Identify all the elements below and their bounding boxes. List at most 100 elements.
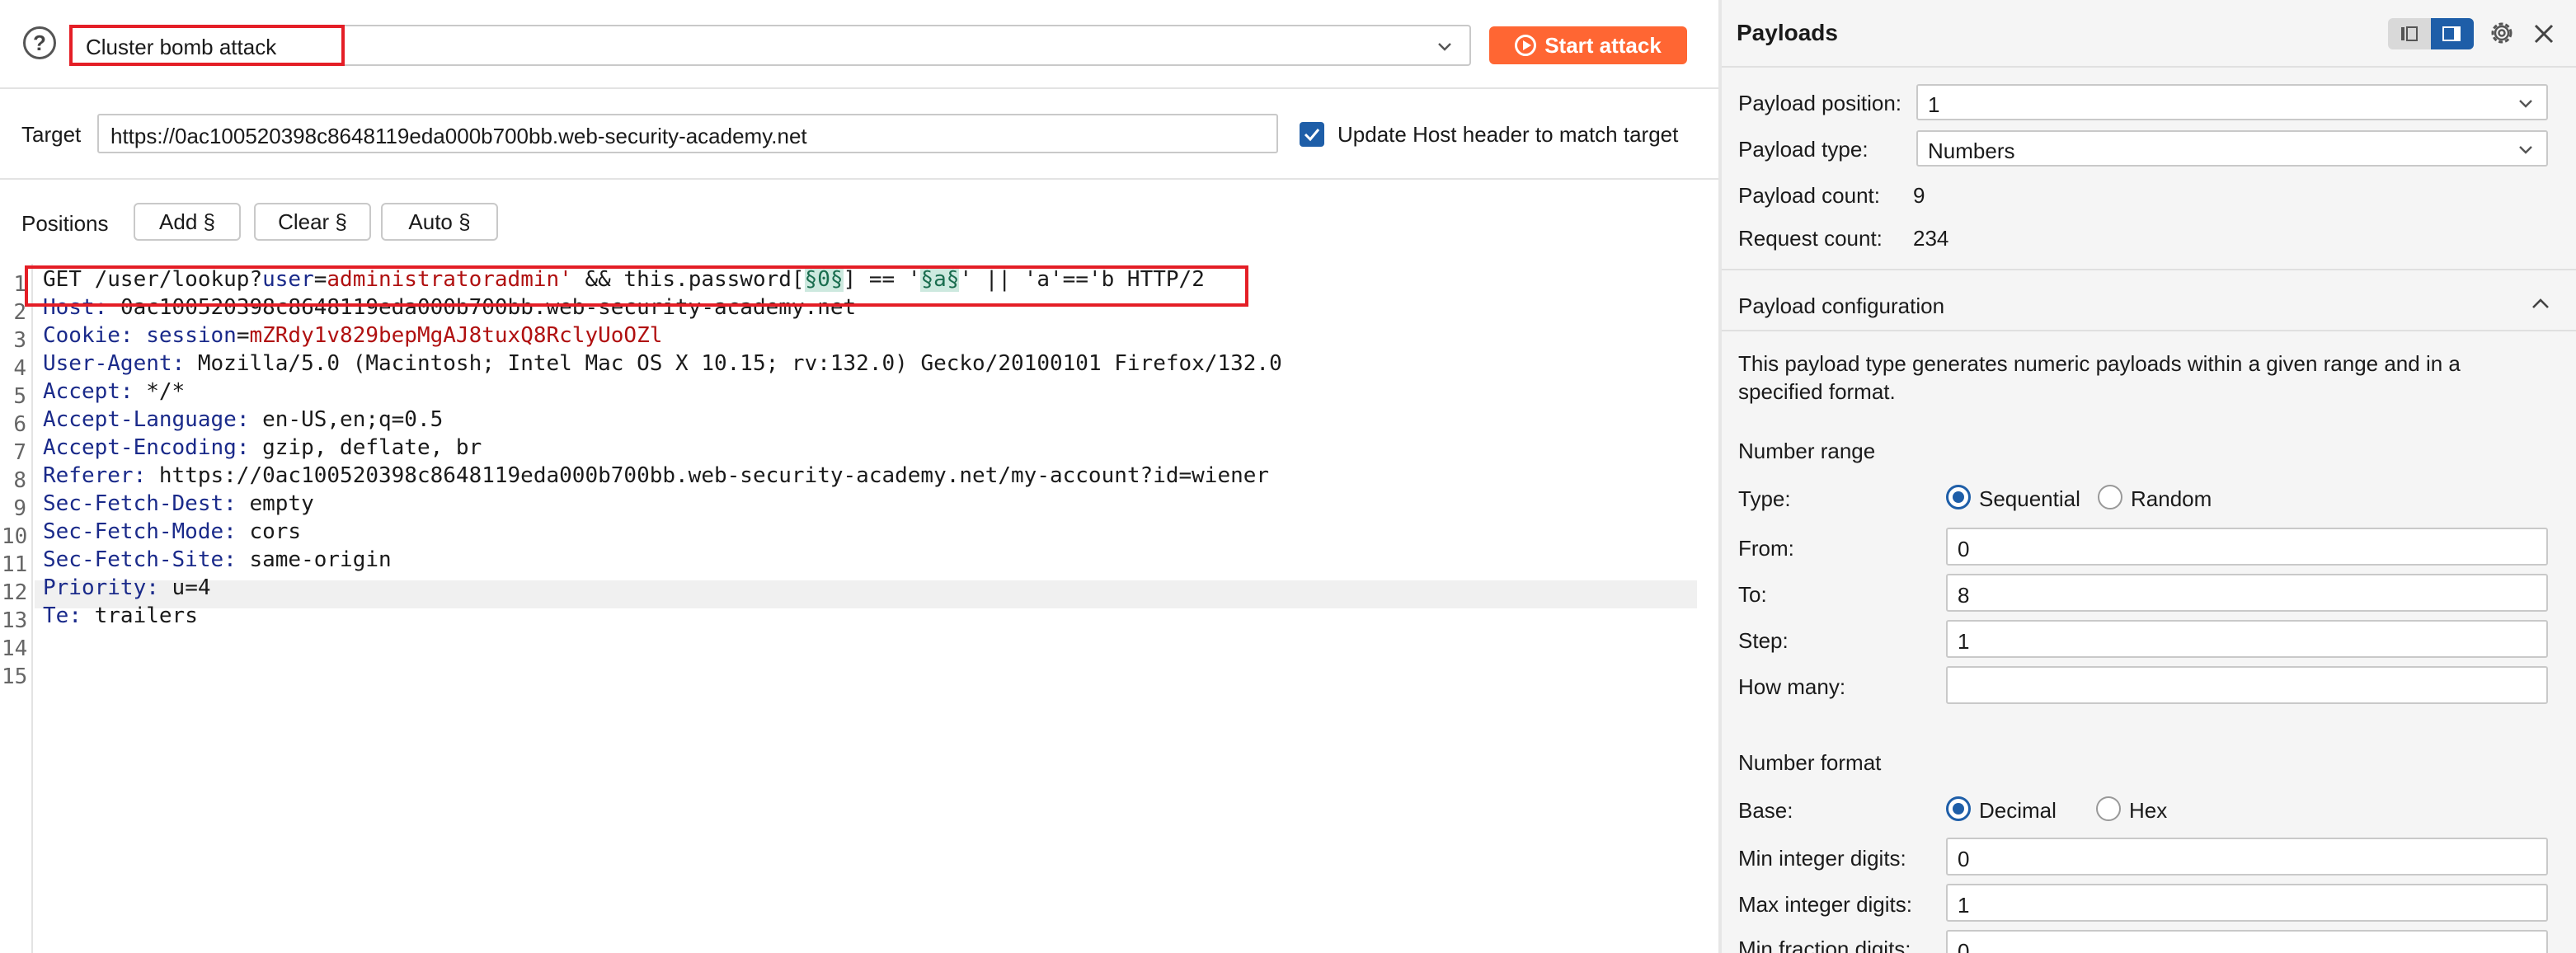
random-radio[interactable] xyxy=(2098,485,2122,509)
divider xyxy=(1722,269,2576,270)
step-value: 1 xyxy=(1958,629,1970,654)
gear-icon[interactable] xyxy=(2487,18,2517,48)
request-editor[interactable]: 1 2 3 4 5 6 7 8 9 10 11 12 13 14 15 GET … xyxy=(0,264,1718,953)
header-value: trailers xyxy=(94,603,198,628)
header-name: User-Agent xyxy=(43,351,172,376)
clear-markers-button[interactable]: Clear § xyxy=(254,203,371,241)
line-number: 7 xyxy=(13,440,26,465)
hex-label: Hex xyxy=(2129,798,2168,823)
from-value: 0 xyxy=(1958,537,1970,561)
clear-markers-label: Clear § xyxy=(278,209,347,234)
line-number: 1 xyxy=(13,272,26,297)
cookie-name: session xyxy=(146,323,237,348)
help-icon[interactable]: ? xyxy=(23,26,56,59)
request-count-value: 234 xyxy=(1913,226,1949,251)
close-icon[interactable] xyxy=(2530,20,2558,48)
payload-type-select[interactable]: Numbers xyxy=(1916,130,2548,167)
decimal-label: Decimal xyxy=(1979,798,2057,823)
max-integer-digits-value: 1 xyxy=(1958,893,1970,918)
payloads-panel: Payloads Payload position: 1 Payload typ… xyxy=(1722,0,2576,953)
header-line: Accept-Language: en-US,en;q=0.5 xyxy=(43,407,444,432)
min-integer-digits-label: Min integer digits: xyxy=(1738,846,1906,871)
positions-label: Positions xyxy=(21,211,109,236)
header-value: cors xyxy=(249,519,302,544)
header-name: Cookie xyxy=(43,323,120,348)
line-number: 5 xyxy=(13,384,26,409)
decimal-radio[interactable] xyxy=(1946,796,1971,821)
min-integer-digits-value: 0 xyxy=(1958,847,1970,871)
to-input[interactable]: 8 xyxy=(1946,574,2548,612)
auto-markers-label: Auto § xyxy=(408,209,471,234)
target-url-input[interactable]: https://0ac100520398c8648119eda000b700bb… xyxy=(97,114,1278,153)
from-label: From: xyxy=(1738,536,1794,561)
min-fraction-digits-input[interactable]: 0 xyxy=(1946,930,2548,953)
line-number: 9 xyxy=(13,496,26,521)
line-number: 11 xyxy=(2,552,28,577)
line-number: 14 xyxy=(2,636,28,661)
start-attack-button[interactable]: Start attack xyxy=(1489,26,1687,64)
header-name: Te xyxy=(43,603,69,628)
header-value: en-US,en;q=0.5 xyxy=(262,407,444,432)
min-integer-digits-input[interactable]: 0 xyxy=(1946,838,2548,876)
layout-list-icon[interactable] xyxy=(2388,18,2429,49)
header-line: Te: trailers xyxy=(43,603,198,628)
layout-split-icon[interactable] xyxy=(2431,18,2474,49)
payload-config-title: Payload configuration xyxy=(1738,293,1945,318)
max-integer-digits-label: Max integer digits: xyxy=(1738,892,1912,917)
check-icon xyxy=(1304,129,1320,142)
line-number: 3 xyxy=(13,328,26,353)
line-number: 8 xyxy=(13,468,26,493)
chevron-down-icon xyxy=(2519,146,2532,154)
header-value: empty xyxy=(249,491,314,516)
request-count-label: Request count: xyxy=(1738,226,1883,251)
header-value: gzip, deflate, br xyxy=(262,435,482,460)
divider xyxy=(0,178,1718,180)
request-line-highlight xyxy=(25,265,1248,307)
line-number: 2 xyxy=(13,300,26,325)
attack-type-highlight xyxy=(69,25,345,66)
update-host-checkbox[interactable] xyxy=(1300,122,1324,147)
max-integer-digits-input[interactable]: 1 xyxy=(1946,884,2548,922)
step-input[interactable]: 1 xyxy=(1946,620,2548,658)
header-line: Sec-Fetch-Site: same-origin xyxy=(43,547,392,572)
header-value: Mozilla/5.0 (Macintosh; Intel Mac OS X 1… xyxy=(197,351,1282,376)
sequential-label: Sequential xyxy=(1979,486,2080,511)
header-name: Accept-Language xyxy=(43,407,237,432)
divider xyxy=(0,87,1718,89)
layout-toggle[interactable] xyxy=(2388,18,2474,49)
divider xyxy=(1722,66,2576,68)
payload-config-description: This payload type generates numeric payl… xyxy=(1738,351,2461,404)
hex-radio[interactable] xyxy=(2096,796,2121,821)
number-format-title: Number format xyxy=(1738,750,1882,775)
current-line-highlight xyxy=(35,580,1697,608)
line-number: 10 xyxy=(2,524,28,549)
payload-position-value: 1 xyxy=(1928,92,1940,117)
header-line: Referer: https://0ac100520398c8648119eda… xyxy=(43,463,1270,488)
add-marker-button[interactable]: Add § xyxy=(134,203,241,241)
sequential-radio[interactable] xyxy=(1946,485,1971,509)
header-value: */* xyxy=(146,379,186,404)
min-fraction-digits-label: Min fraction digits: xyxy=(1738,937,1911,953)
chevron-down-icon xyxy=(1438,43,1451,51)
play-icon xyxy=(1515,35,1537,56)
payload-position-label: Payload position: xyxy=(1738,91,1902,115)
from-input[interactable]: 0 xyxy=(1946,528,2548,566)
auto-markers-button[interactable]: Auto § xyxy=(381,203,498,241)
how-many-input[interactable] xyxy=(1946,666,2548,704)
header-line: Cookie: session=mZRdy1v829bepMgAJ8tuxQ8R… xyxy=(43,323,663,348)
min-fraction-digits-value: 0 xyxy=(1958,939,1970,953)
header-name: Sec-Fetch-Site xyxy=(43,547,224,572)
header-line: Priority: u=4 xyxy=(43,575,211,600)
payload-type-value: Numbers xyxy=(1928,138,2015,163)
payload-count-label: Payload count: xyxy=(1738,183,1881,208)
header-line: Sec-Fetch-Dest: empty xyxy=(43,491,314,516)
header-name: Sec-Fetch-Mode xyxy=(43,519,224,544)
intruder-positions-panel: ? Cluster bomb attack Start attack Targe… xyxy=(0,0,1718,953)
chevron-up-icon[interactable] xyxy=(2530,295,2551,313)
chevron-down-icon xyxy=(2519,100,2532,108)
update-host-label: Update Host header to match target xyxy=(1337,122,1679,147)
payload-position-select[interactable]: 1 xyxy=(1916,84,2548,120)
line-number: 4 xyxy=(13,356,26,381)
payload-count-value: 9 xyxy=(1913,183,1925,208)
header-name: Accept xyxy=(43,379,120,404)
